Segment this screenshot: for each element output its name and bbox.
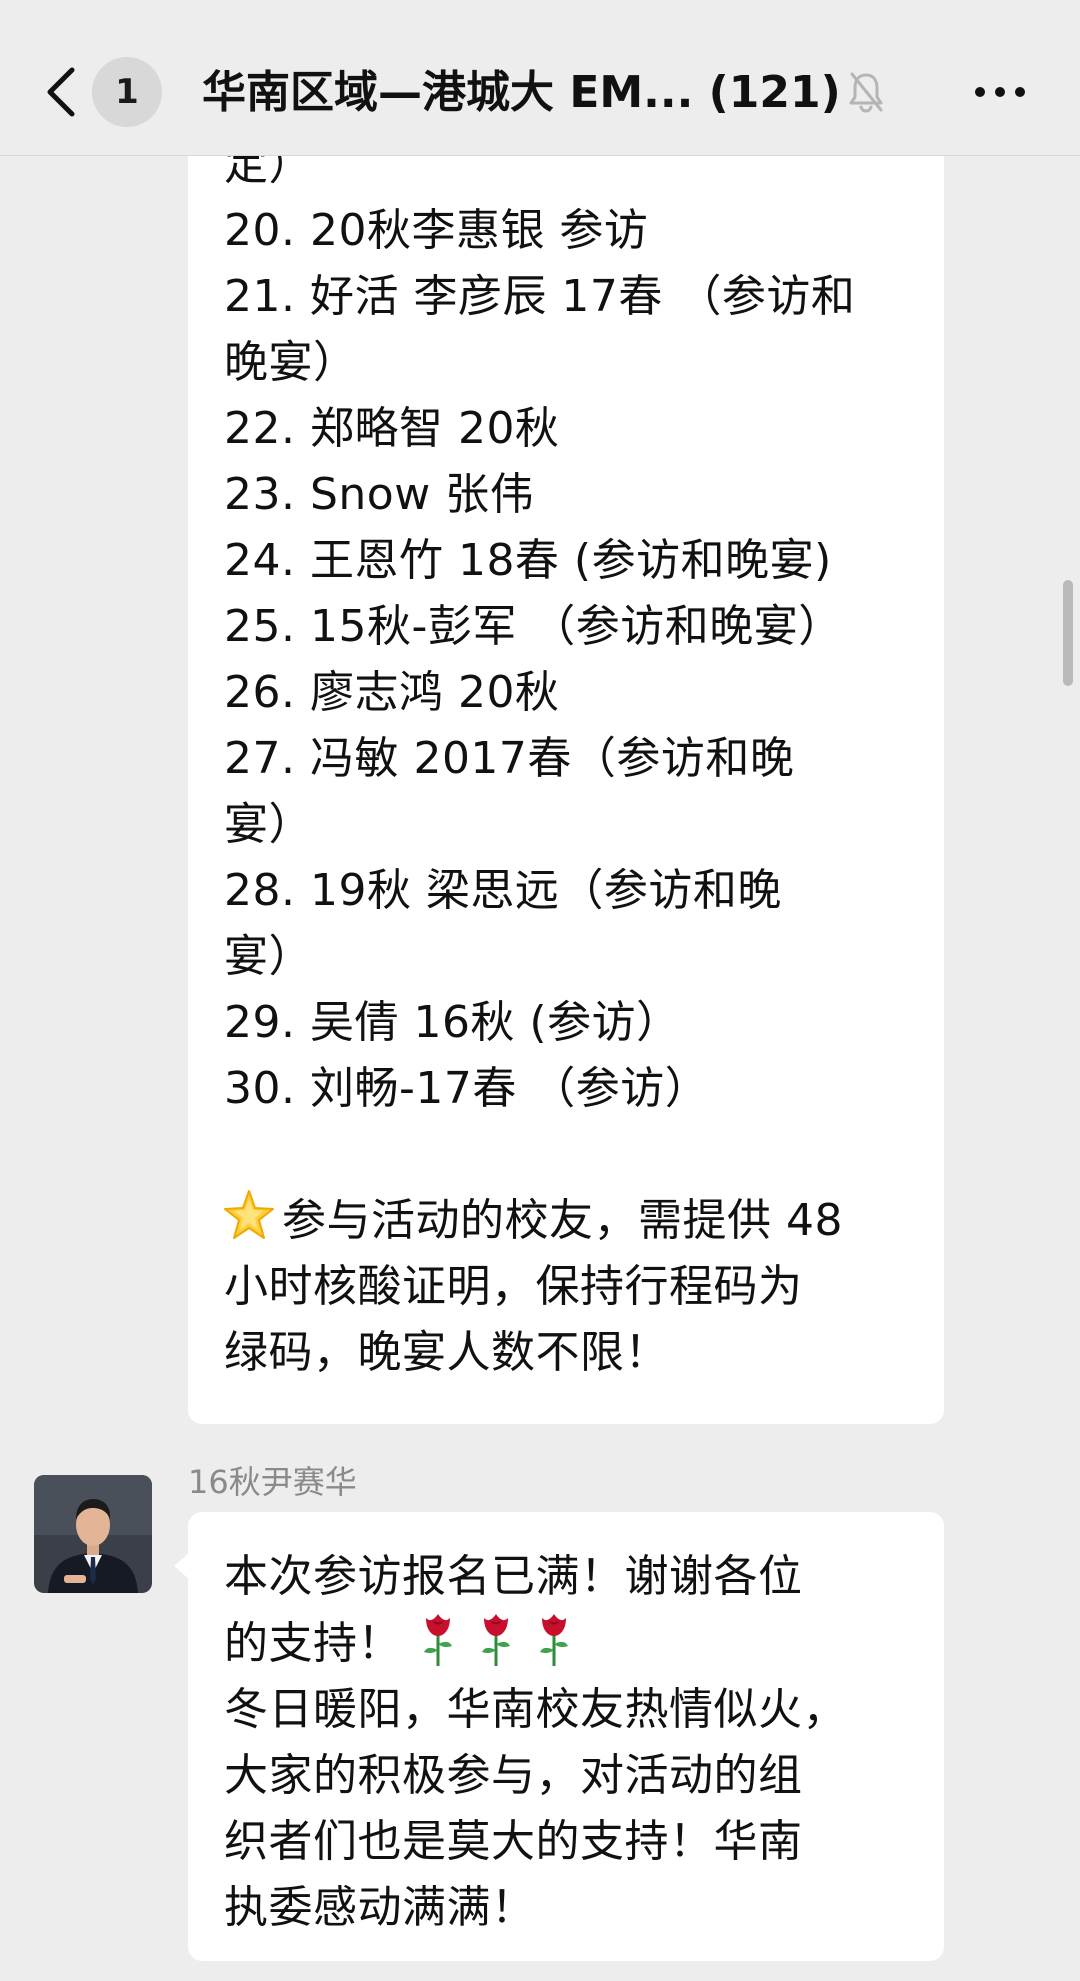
mute-bell-icon (846, 70, 886, 114)
list-item: 27. 冯敏 2017春（参访和晚 (224, 733, 795, 784)
message-line: 的支持！ (224, 1610, 910, 1677)
list-item: 30. 刘畅-17春 （参访） (224, 1063, 710, 1114)
more-options-button[interactable] (970, 72, 1030, 112)
back-arrow-icon (47, 67, 75, 117)
back-button[interactable] (38, 56, 88, 126)
list-item: 25. 15秋-彭军 （参访和晚宴） (224, 601, 843, 652)
message-line: 本次参访报名已满！谢谢各位 (224, 1551, 803, 1602)
message-bubble[interactable]: 本次参访报名已满！谢谢各位 的支持！ 冬日暖阳，华南校友热情似火， 大家的积极参… (174, 1512, 944, 1961)
message-line: 执委感动满满！ (224, 1882, 536, 1933)
note-line: 小时核酸证明，保持行程码为 (224, 1261, 803, 1312)
list-item: 29. 吴倩 16秋 (参访） (224, 997, 681, 1048)
note-line: 绿码，晚宴人数不限！ (224, 1327, 669, 1378)
chat-title[interactable]: 华南区域—港城大 EM... (121) (202, 58, 841, 128)
note-line: 参与活动的校友，需提供 48 (224, 1188, 910, 1254)
rose-icon (482, 1614, 510, 1666)
list-item: 28. 19秋 梁思远（参访和晚 (224, 865, 782, 916)
list-item: 23. Snow 张伟 (224, 469, 535, 520)
more-dots-icon (975, 87, 1025, 97)
bottom-edge (0, 1964, 1080, 1981)
chat-header: 1 华南区域—港城大 EM... (121) (0, 0, 1080, 156)
unread-count-badge[interactable]: 1 (92, 57, 162, 127)
rose-icon (540, 1614, 568, 1666)
list-item: 20. 20秋李惠银 参访 (224, 205, 649, 256)
message-text: 定） 20. 20秋李惠银 参访 21. 好活 李彦辰 17春 （参访和 晚宴）… (224, 128, 910, 1386)
message-text: 本次参访报名已满！谢谢各位 的支持！ 冬日暖阳，华南校友热情似火， 大家的积极参… (224, 1544, 910, 1941)
list-item: 宴） (224, 799, 313, 850)
list-item: 晚宴） (224, 337, 358, 388)
sender-name: 16秋尹赛华 (188, 1463, 357, 1501)
list-item: 26. 廖志鸿 20秋 (224, 667, 560, 718)
avatar[interactable] (34, 1475, 152, 1593)
star-icon (224, 1190, 274, 1239)
message-line: 大家的积极参与，对活动的组 (224, 1750, 803, 1801)
note-text: 参与活动的校友，需提供 48 (282, 1195, 843, 1246)
message-line-text: 的支持！ (224, 1618, 402, 1669)
list-item: 24. 王恩竹 18春 (参访和晚宴) (224, 535, 832, 586)
list-item: 22. 郑略智 20秋 (224, 403, 560, 454)
message-line: 织者们也是莫大的支持！华南 (224, 1816, 803, 1867)
message-bubble[interactable]: 定） 20. 20秋李惠银 参访 21. 好活 李彦辰 17春 （参访和 晚宴）… (188, 128, 944, 1424)
message-line: 冬日暖阳，华南校友热情似火， (224, 1684, 847, 1735)
rose-icon (424, 1614, 452, 1666)
scrollbar[interactable] (1063, 580, 1073, 686)
list-item: 宴） (224, 931, 313, 982)
list-item: 21. 好活 李彦辰 17春 （参访和 (224, 271, 856, 322)
